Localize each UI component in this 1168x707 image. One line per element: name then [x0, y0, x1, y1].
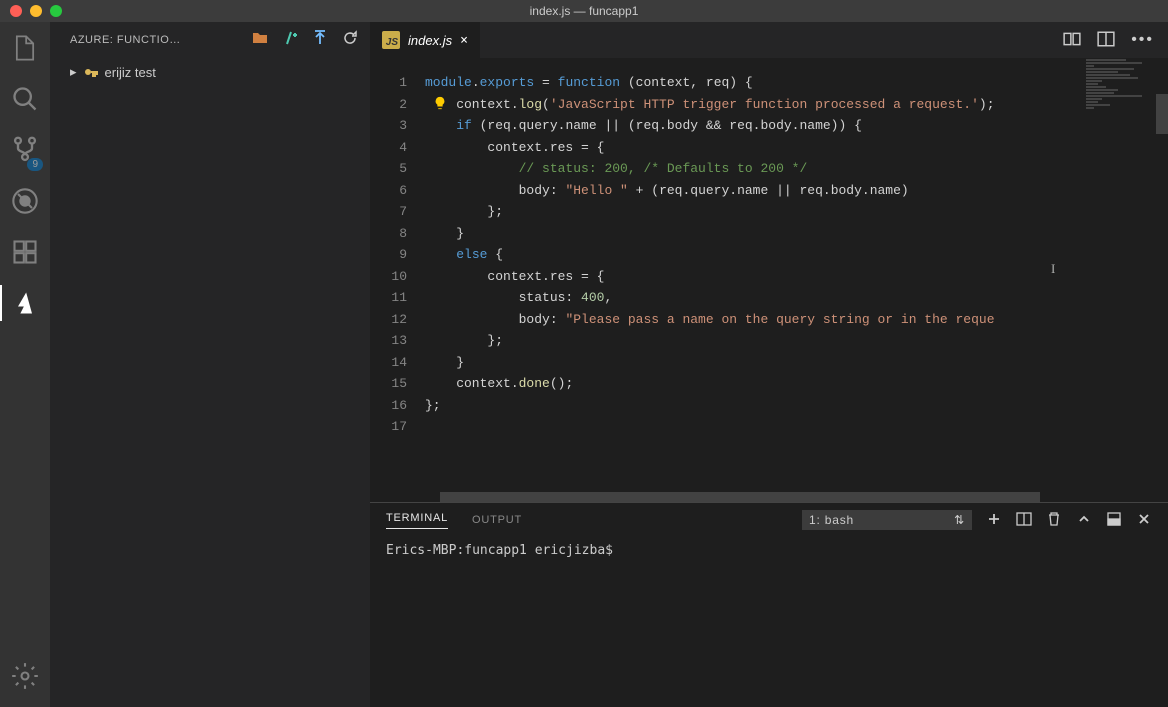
split-editor-icon[interactable] [1097, 30, 1115, 51]
lightbulb-icon[interactable] [433, 96, 447, 110]
tree-item-label: erijiz test [105, 65, 156, 80]
more-icon[interactable]: ••• [1131, 31, 1154, 49]
close-tab-icon[interactable]: × [460, 33, 468, 48]
window-title: index.js — funcapp1 [530, 4, 639, 18]
tab-bar: JS index.js × ••• [370, 22, 1168, 58]
code-content[interactable]: module.exports = function (context, req)… [425, 58, 1168, 492]
kill-terminal-icon[interactable] [1046, 511, 1062, 530]
chevron-updown-icon: ⇅ [954, 513, 965, 527]
refresh-icon[interactable] [342, 30, 358, 49]
tree: ▸ erijiz test [50, 57, 370, 83]
maximize-panel-icon[interactable] [1106, 511, 1122, 530]
panel-tabs: TERMINAL OUTPUT 1: bash⇅ [370, 503, 1168, 537]
tab-label: index.js [408, 33, 452, 48]
terminal-body[interactable]: Erics-MBP:funcapp1 ericjizba$ [370, 537, 1168, 707]
close-panel-icon[interactable] [1136, 511, 1152, 530]
sidebar-header: AZURE: FUNCTIO… [50, 22, 370, 57]
extensions-icon[interactable] [11, 238, 39, 269]
js-file-icon: JS [382, 31, 400, 49]
bottom-panel: TERMINAL OUTPUT 1: bash⇅ Erics-MBP:funca… [370, 502, 1168, 707]
chevron-right-icon: ▸ [70, 64, 77, 80]
tab-output[interactable]: OUTPUT [472, 514, 522, 526]
minimap[interactable] [1086, 58, 1166, 118]
key-icon [83, 64, 99, 80]
code-editor[interactable]: I 1234567891011121314151617 module.expor… [370, 58, 1168, 492]
horizontal-scrollbar[interactable] [370, 492, 1168, 502]
close-window[interactable] [10, 5, 22, 17]
compare-icon[interactable] [1063, 30, 1081, 51]
chevron-up-icon[interactable] [1076, 511, 1092, 530]
zoom-window[interactable] [50, 5, 62, 17]
create-function-icon[interactable] [282, 30, 298, 49]
sidebar-title: AZURE: FUNCTIO… [70, 34, 252, 46]
sidebar: AZURE: FUNCTIO… ▸ erijiz test [50, 22, 370, 707]
text-cursor: I [1051, 258, 1055, 280]
line-gutter: 1234567891011121314151617 [370, 58, 425, 492]
window-controls [0, 5, 62, 17]
tab-terminal[interactable]: TERMINAL [386, 512, 448, 529]
split-terminal-icon[interactable] [1016, 511, 1032, 530]
tab-index-js[interactable]: JS index.js × [370, 22, 480, 58]
scm-badge: 9 [27, 158, 43, 171]
terminal-prompt: Erics-MBP:funcapp1 ericjizba$ [386, 543, 613, 558]
activity-bar: 9 [0, 22, 50, 707]
azure-icon[interactable] [11, 289, 39, 320]
titlebar: index.js — funcapp1 [0, 0, 1168, 22]
editor-group: JS index.js × ••• I 12345678910111213141… [370, 22, 1168, 707]
minimize-window[interactable] [30, 5, 42, 17]
source-control-icon[interactable]: 9 [11, 136, 39, 167]
folder-icon[interactable] [252, 30, 268, 49]
new-terminal-icon[interactable] [986, 511, 1002, 530]
debug-icon[interactable] [11, 187, 39, 218]
explorer-icon[interactable] [11, 34, 39, 65]
terminal-selector[interactable]: 1: bash⇅ [802, 510, 972, 530]
tree-item[interactable]: ▸ erijiz test [70, 61, 370, 83]
deploy-icon[interactable] [312, 30, 328, 49]
search-icon[interactable] [11, 85, 39, 116]
settings-gear-icon[interactable] [11, 662, 39, 693]
